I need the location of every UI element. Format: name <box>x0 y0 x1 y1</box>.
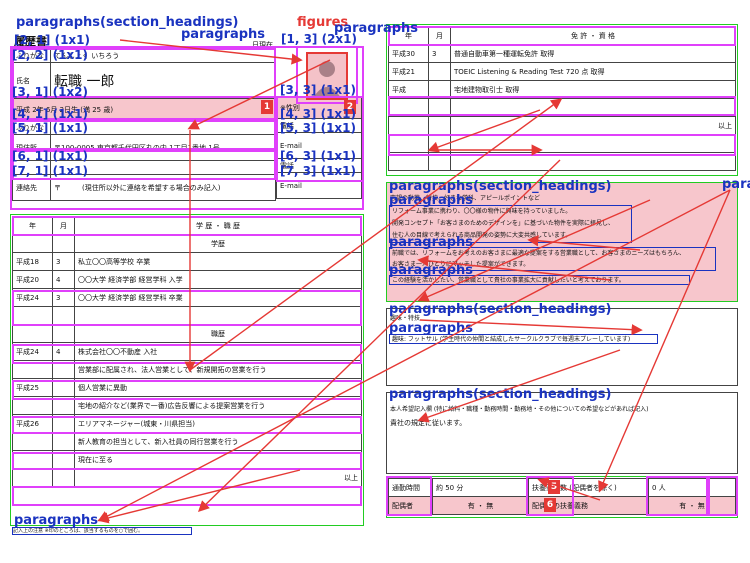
reading-order-arrows <box>97 39 731 524</box>
